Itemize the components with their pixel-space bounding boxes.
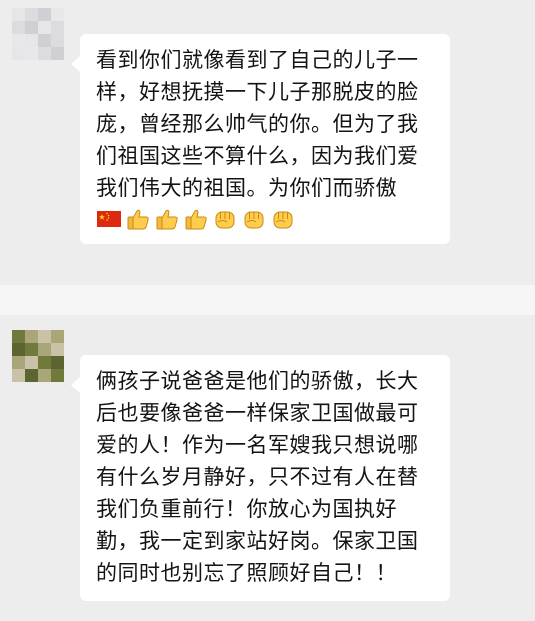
- avatar-pixel: [12, 47, 25, 60]
- message-line: 爱的人！作为一名军嫂我只想说哪: [96, 433, 419, 457]
- thumbs-up-icon: [185, 209, 207, 230]
- message-line: 有什么岁月静好，只不过有人在替: [96, 465, 419, 489]
- avatar-pixel: [12, 369, 25, 382]
- message-line: 们祖国这些不算什么，因为我们爱: [96, 144, 419, 168]
- emoji-row: [96, 206, 436, 232]
- message-line: 样，好想抚摸一下儿子那脱皮的脸: [96, 80, 419, 104]
- message-line: 看到你们就像看到了自己的儿子一: [96, 48, 419, 72]
- message-line: 我们负重前行！你放心为国执好: [96, 497, 397, 521]
- avatar-pixel: [12, 21, 25, 34]
- avatar-pixel: [25, 369, 38, 382]
- avatar-pixel: [51, 330, 64, 343]
- fist-icon: [273, 211, 293, 229]
- avatar-pixel: [51, 343, 64, 356]
- avatar-pixel: [51, 8, 64, 21]
- avatar-pixel: [38, 34, 51, 47]
- message-line: 勤，我一定到家站好岗。保家卫国: [96, 529, 419, 553]
- avatar-pixel: [25, 8, 38, 21]
- avatar-pixel: [38, 21, 51, 34]
- avatar-pixel: [12, 8, 25, 21]
- avatar-pixel: [25, 356, 38, 369]
- avatar-pixel: [51, 21, 64, 34]
- avatar-pixel: [25, 34, 38, 47]
- message-bubble[interactable]: 看到你们就像看到了自己的儿子一 样，好想抚摸一下儿子那脱皮的脸 庞，曾经那么帅气…: [71, 34, 450, 244]
- message-line: 的同时也别忘了照顾好自己！！: [96, 561, 397, 585]
- avatar-pixel: [12, 34, 25, 47]
- avatar-pixel: [12, 330, 25, 343]
- avatar-pixel: [51, 47, 64, 60]
- fist-icon: [215, 211, 235, 229]
- thumbs-up-icon: [127, 209, 149, 230]
- avatar-pixel: [38, 330, 51, 343]
- fist-icon: [244, 211, 264, 229]
- divider: [0, 285, 535, 315]
- avatar-pixel: [38, 8, 51, 21]
- message-line: 庞，曾经那么帅气的你。但为了我: [96, 112, 419, 136]
- avatar-pixel: [25, 47, 38, 60]
- message-line: 后也要像爸爸一样保家卫国做最可: [96, 401, 419, 425]
- message-line: 我们伟大的祖国。为你们而骄傲: [96, 176, 397, 200]
- avatar-pixel: [25, 330, 38, 343]
- thumbs-up-icon: [156, 209, 178, 230]
- avatar-pixel: [51, 369, 64, 382]
- avatar-pixel: [25, 343, 38, 356]
- avatar-pixel: [38, 343, 51, 356]
- message-line: 俩孩子说爸爸是他们的骄傲，长大: [96, 369, 419, 393]
- avatar-pixel: [51, 356, 64, 369]
- avatar[interactable]: [12, 8, 64, 60]
- china-flag-icon: [97, 211, 121, 227]
- avatar-pixel: [12, 356, 25, 369]
- avatar[interactable]: [12, 330, 64, 382]
- avatar-pixel: [12, 343, 25, 356]
- avatar-pixel: [38, 369, 51, 382]
- avatar-pixel: [51, 34, 64, 47]
- avatar-pixel: [25, 21, 38, 34]
- avatar-pixel: [38, 356, 51, 369]
- message-bubble[interactable]: 俩孩子说爸爸是他们的骄傲，长大 后也要像爸爸一样保家卫国做最可 爱的人！作为一名…: [71, 355, 450, 601]
- avatar-pixel: [38, 47, 51, 60]
